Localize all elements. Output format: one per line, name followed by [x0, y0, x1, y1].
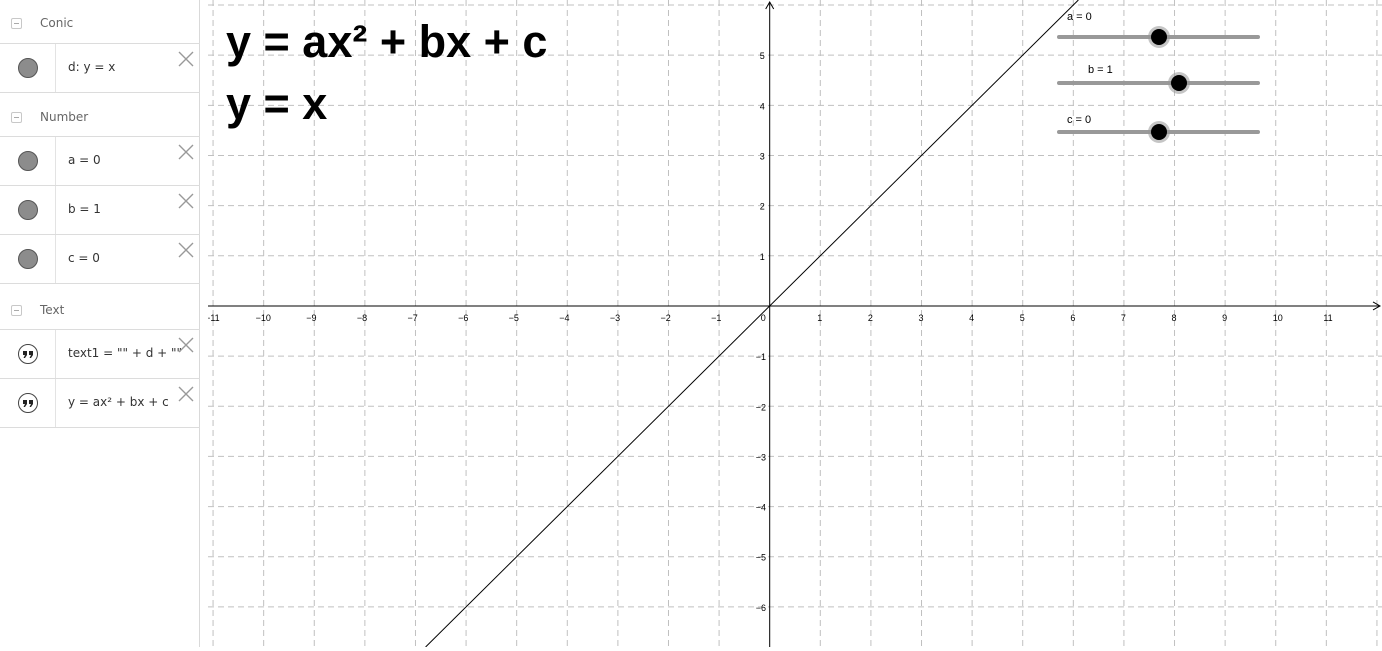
slider-c-label: c = 0	[1067, 114, 1092, 126]
x-tick-label: −5	[509, 313, 519, 323]
visibility-toggle-icon[interactable]	[18, 249, 38, 269]
y-tick-label: −4	[756, 503, 766, 513]
row-definition[interactable]: c = 0	[68, 251, 188, 265]
formula-text[interactable]: y = ax² + bx + c	[226, 16, 547, 68]
x-tick-label: 2	[868, 313, 873, 323]
algebra-row-d[interactable]: d: y = x	[0, 44, 200, 93]
delete-icon[interactable]	[177, 336, 195, 354]
x-tick-label: 6	[1070, 313, 1075, 323]
x-tick-label: 10	[1273, 313, 1283, 323]
row-definition[interactable]: y = ax² + bx + c	[68, 395, 188, 409]
x-tick-label: −9	[306, 313, 316, 323]
marker-column	[0, 379, 56, 427]
x-tick-label: −4	[559, 313, 569, 323]
group-label: Number	[40, 110, 89, 124]
x-tick-label: 9	[1222, 313, 1227, 323]
algebra-view: Conic d: y = x Number a = 0 b = 1 c = 0 …	[0, 0, 200, 647]
delete-icon[interactable]	[177, 143, 195, 161]
graphics-view[interactable]: −11−10−9−8−7−6−5−4−3−2−101234567891011−6…	[205, 0, 1382, 648]
collapse-icon[interactable]	[11, 112, 22, 123]
marker-column	[0, 137, 56, 185]
visibility-toggle-icon[interactable]	[18, 200, 38, 220]
x-tick-label: 5	[1020, 313, 1025, 323]
equation-text[interactable]: y = x	[226, 78, 327, 130]
delete-icon[interactable]	[177, 192, 195, 210]
quote-icon[interactable]	[18, 344, 38, 364]
group-text-header[interactable]: Text	[0, 284, 200, 330]
marker-column	[0, 235, 56, 283]
slider-b-label: b = 1	[1088, 64, 1113, 76]
y-tick-label: −2	[756, 402, 766, 412]
group-label: Text	[40, 303, 65, 317]
x-tick-label: 7	[1121, 313, 1126, 323]
marker-column	[0, 186, 56, 234]
delete-icon[interactable]	[177, 385, 195, 403]
y-tick-label: 3	[760, 151, 765, 161]
collapse-icon[interactable]	[11, 18, 22, 29]
slider-c-knob[interactable]	[1150, 124, 1167, 140]
x-tick-label: −3	[610, 313, 620, 323]
group-label: Conic	[40, 16, 74, 30]
visibility-toggle-icon[interactable]	[18, 151, 38, 171]
slider-b-track[interactable]	[1057, 81, 1260, 85]
algebra-row-b[interactable]: b = 1	[0, 186, 200, 235]
row-definition[interactable]: a = 0	[68, 153, 188, 167]
x-tick-label: −11	[208, 313, 220, 323]
quote-icon[interactable]	[18, 393, 38, 413]
delete-icon[interactable]	[177, 50, 195, 68]
x-tick-label: −7	[407, 313, 417, 323]
algebra-row-text2[interactable]: y = ax² + bx + c	[0, 379, 200, 428]
algebra-row-a[interactable]: a = 0	[0, 137, 200, 186]
x-tick-label: 3	[919, 313, 924, 323]
y-tick-label: −5	[756, 553, 766, 563]
x-tick-label: −8	[357, 313, 367, 323]
x-tick-label: −2	[660, 313, 670, 323]
row-definition[interactable]: text1 = "" + d + ""	[68, 346, 188, 360]
group-number-header[interactable]: Number	[0, 93, 200, 137]
x-tick-label: −1	[711, 313, 721, 323]
x-tick-label: 4	[969, 313, 974, 323]
x-tick-label: −6	[458, 313, 468, 323]
collapse-icon[interactable]	[11, 305, 22, 316]
slider-a-knob[interactable]	[1150, 29, 1167, 45]
visibility-toggle-icon[interactable]	[18, 58, 38, 78]
function-line-d	[425, 0, 1079, 648]
y-tick-label: 2	[760, 202, 765, 212]
y-tick-label: −3	[756, 452, 766, 462]
x-tick-label: 1	[817, 313, 822, 323]
y-tick-label: 4	[760, 101, 765, 111]
x-tick-label: 8	[1172, 313, 1177, 323]
y-tick-label: −1	[756, 352, 766, 362]
y-tick-label: 5	[760, 51, 765, 61]
row-definition[interactable]: b = 1	[68, 202, 188, 216]
x-tick-label: 11	[1323, 313, 1332, 323]
algebra-row-text1[interactable]: text1 = "" + d + ""	[0, 330, 200, 379]
marker-column	[0, 44, 56, 92]
x-tick-label: −10	[256, 313, 271, 323]
marker-column	[0, 330, 56, 378]
y-tick-label: −6	[756, 603, 766, 613]
algebra-row-c[interactable]: c = 0	[0, 235, 200, 284]
slider-b-knob[interactable]	[1170, 75, 1187, 91]
coordinate-plane[interactable]: −11−10−9−8−7−6−5−4−3−2−101234567891011−6…	[205, 0, 1382, 648]
row-definition[interactable]: d: y = x	[68, 60, 188, 74]
y-tick-label: 1	[760, 252, 765, 262]
slider-a-label: a = 0	[1067, 11, 1092, 23]
delete-icon[interactable]	[177, 241, 195, 259]
group-conic-header[interactable]: Conic	[0, 0, 200, 44]
